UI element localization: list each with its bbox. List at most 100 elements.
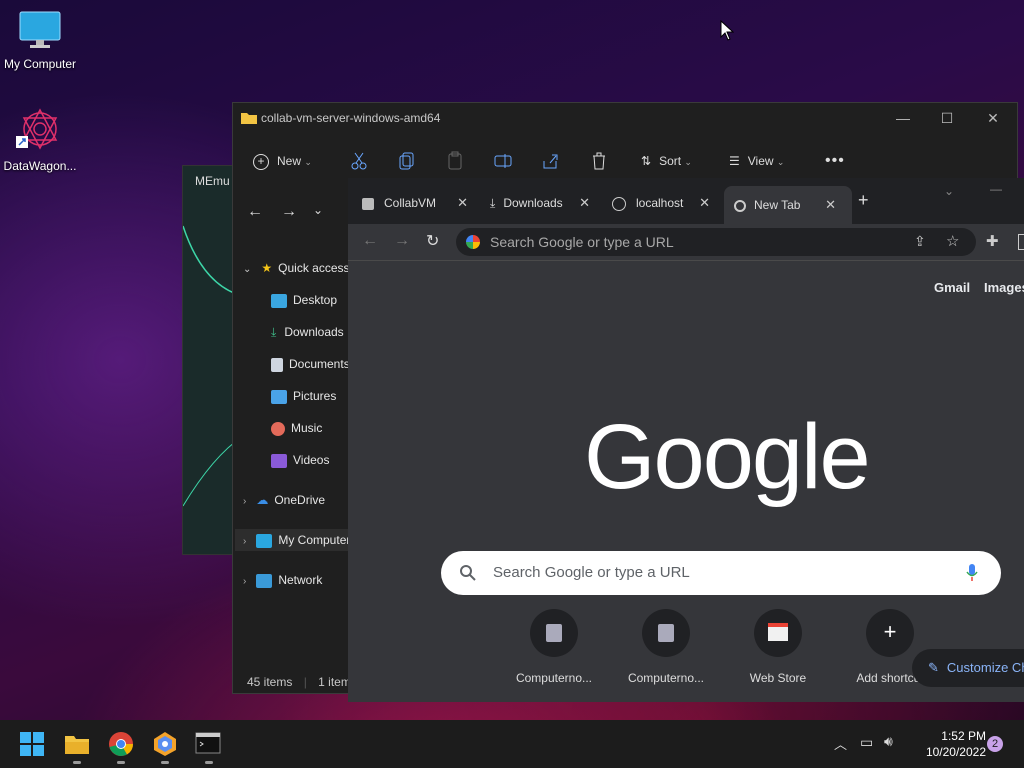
taskbar-file-explorer[interactable] [63, 730, 91, 764]
extensions-puzzle-icon[interactable]: ✚ [986, 232, 999, 250]
collabvm-icon [362, 197, 374, 210]
music-icon [271, 421, 285, 436]
maximize-button[interactable]: ☐ [927, 107, 967, 129]
customize-chrome-button[interactable]: ✎ Customize Chrome [912, 649, 1024, 687]
close-tab-icon[interactable]: ✕ [825, 186, 836, 224]
notification-badge[interactable]: 2 [987, 736, 1003, 752]
shortcut-tile[interactable]: Web Store [722, 609, 834, 685]
taskbar-memu[interactable] [151, 730, 179, 764]
nav-item-documents[interactable]: Documents [271, 353, 350, 375]
chevron-down-icon: ⌄ [684, 157, 692, 167]
forward-arrow-icon[interactable]: → [394, 232, 410, 250]
search-box[interactable]: Search Google or type a URL [441, 551, 1001, 595]
side-panel-icon[interactable] [1018, 234, 1024, 250]
explorer-command-bar: + New ⌄ ⇅ Sort ⌄ ☰ View ⌄ ••• [233, 141, 1017, 181]
cut-icon[interactable] [349, 151, 369, 171]
nav-my-computer[interactable]: › My Computer [235, 529, 357, 551]
nav-label: Pictures [293, 389, 337, 403]
customize-label: Customize Chrome [946, 660, 1024, 675]
nav-network[interactable]: › Network [243, 569, 322, 591]
back-arrow-icon[interactable]: ← [362, 232, 378, 250]
view-label: View [747, 154, 774, 168]
minimize-button[interactable]: — [990, 182, 1002, 196]
share-icon[interactable]: ⇪ [914, 233, 926, 250]
google-g-icon [466, 235, 480, 249]
star-icon: ★ [261, 261, 273, 275]
reload-icon[interactable]: ↻ [426, 231, 439, 251]
bookmark-star-icon[interactable]: ☆ [946, 232, 959, 250]
tab-collabvm[interactable]: CollabVM ✕ [362, 190, 474, 216]
nav-label: Quick access [278, 261, 350, 275]
nav-quick-access[interactable]: ⌄ ★ Quick access [243, 257, 350, 279]
share-icon[interactable] [541, 151, 561, 171]
close-button[interactable]: ✕ [973, 107, 1013, 129]
tab-label: Downloads [503, 196, 563, 210]
chevron-right-icon: › [243, 536, 247, 547]
nav-item-downloads[interactable]: ⤓ Downloads [271, 321, 344, 343]
images-link[interactable]: Images [984, 280, 1024, 295]
taskbar-terminal[interactable] [195, 730, 223, 764]
back-arrow-icon[interactable]: ← [247, 203, 263, 221]
new-tab-button[interactable]: + [858, 190, 869, 211]
close-tab-icon[interactable]: ✕ [457, 190, 468, 216]
tab-new-tab[interactable]: New Tab ✕ [724, 186, 852, 224]
omnibox-placeholder: Search Google or type a URL [490, 234, 674, 250]
chrome-toolbar: ← → ↻ Search Google or type a URL ⇪ ☆ ✚ [348, 224, 1024, 261]
explorer-titlebar[interactable]: collab-vm-server-windows-amd64 — ☐ ✕ [233, 103, 1017, 133]
explorer-status-bar: 45 items | 1 item [247, 675, 351, 689]
folder-icon [241, 113, 257, 124]
clock-time: 1:52 PM [941, 729, 986, 743]
chrome-window[interactable]: CollabVM ✕ ⤓ Downloads ✕ localhost ✕ New Tab… [348, 178, 1024, 702]
close-tab-icon[interactable]: ✕ [579, 190, 590, 216]
chevron-down-icon: ⌄ [243, 264, 252, 275]
nav-item-pictures[interactable]: Pictures [271, 385, 336, 407]
nav-label: Music [291, 421, 323, 435]
taskbar-chrome[interactable] [107, 730, 135, 764]
delete-icon[interactable] [589, 151, 609, 171]
globe-icon [612, 196, 626, 211]
show-hidden-icons-chevron-icon[interactable]: ︿ [834, 734, 847, 753]
shortcut-label: Web Store [749, 671, 807, 685]
plus-circle-icon: + [253, 153, 269, 170]
close-tab-icon[interactable]: ✕ [699, 190, 710, 216]
nav-label: My Computer [278, 533, 351, 547]
chrome-icon [109, 732, 133, 756]
nav-item-music[interactable]: Music [271, 417, 322, 439]
cloud-icon: ☁ [256, 493, 269, 507]
shortcut-tile[interactable]: Computerno... [610, 609, 722, 685]
shortcut-label: Computerno... [627, 671, 705, 685]
omnibox[interactable]: Search Google or type a URL ⇪ ☆ [456, 228, 976, 256]
view-icon: ☰ [729, 154, 740, 168]
gmail-link[interactable]: Gmail [934, 280, 970, 295]
copy-icon[interactable] [397, 151, 417, 171]
tab-downloads[interactable]: ⤓ Downloads ✕ [490, 190, 596, 216]
shortcut-tile[interactable]: Computerno... [498, 609, 610, 685]
monitor-icon [19, 11, 61, 48]
forward-arrow-icon[interactable]: → [281, 203, 297, 221]
network-icon[interactable]: ▭ [860, 734, 873, 751]
nav-onedrive[interactable]: › ☁ OneDrive [243, 489, 325, 511]
volume-icon[interactable]: 🔊︎ [884, 733, 893, 750]
minimize-button[interactable]: — [883, 107, 923, 129]
desktop-icon-datawagon[interactable]: DataWagon... [0, 106, 80, 173]
paste-icon[interactable] [445, 151, 465, 171]
desktop-icon-my-computer[interactable]: My Computer [0, 10, 80, 71]
start-button[interactable] [18, 730, 46, 758]
more-options-button[interactable]: ••• [825, 149, 845, 173]
memu-title: MEmu [195, 174, 230, 188]
nav-item-desktop[interactable]: Desktop [271, 289, 337, 311]
recent-locations-icon[interactable]: ⌄ [313, 203, 323, 217]
nav-label: Network [278, 573, 323, 587]
tab-search-icon[interactable]: ⌄ [944, 184, 954, 198]
nav-item-videos[interactable]: Videos [271, 449, 329, 471]
view-button[interactable]: ☰ View ⌄ [729, 149, 784, 173]
plus-icon: + [883, 619, 897, 644]
rename-icon[interactable] [493, 151, 513, 171]
shortcut-icon-circle [642, 609, 690, 657]
sort-button[interactable]: ⇅ Sort ⌄ [641, 149, 692, 173]
new-button[interactable]: + New ⌄ [253, 149, 312, 173]
videos-icon [271, 453, 287, 468]
clock[interactable]: 1:52 PM 10/20/2022 [906, 728, 986, 760]
microphone-icon[interactable] [965, 563, 979, 583]
tab-localhost[interactable]: localhost ✕ [612, 190, 716, 216]
